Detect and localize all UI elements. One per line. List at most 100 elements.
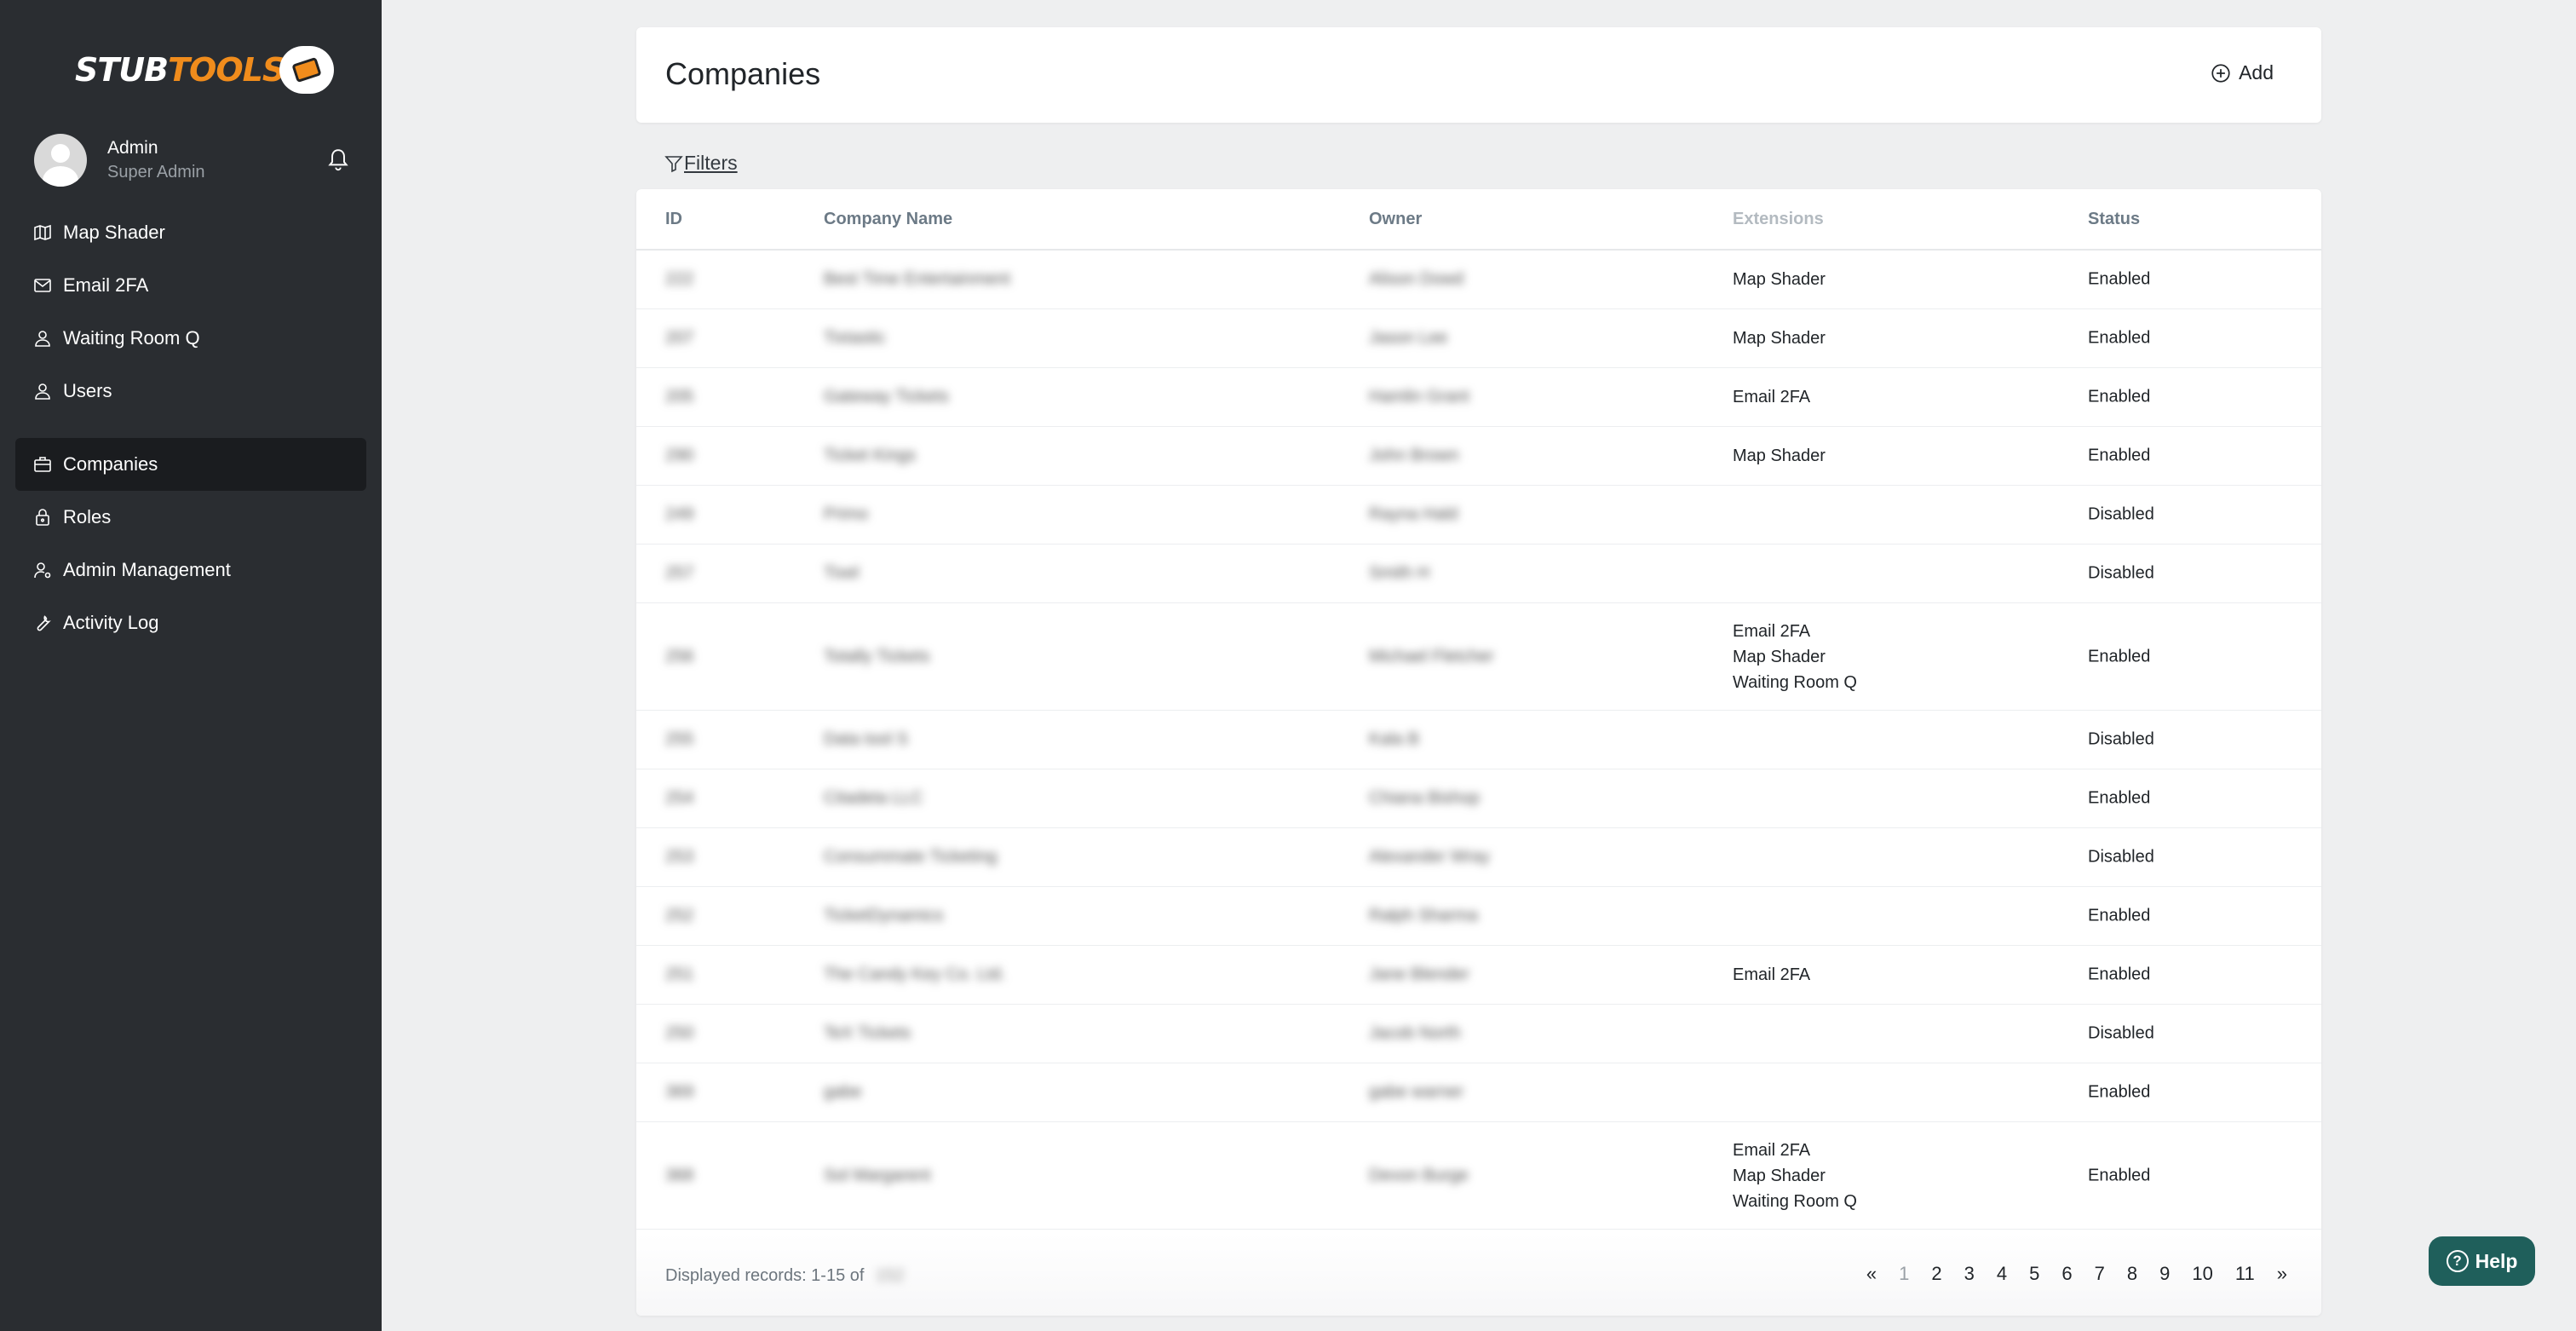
pagination-prev[interactable]: « bbox=[1866, 1263, 1877, 1285]
cell-owner: Kala B bbox=[1369, 729, 1419, 749]
table-row[interactable]: 222 Best Time Entertainment Alison Dowd Map… bbox=[636, 251, 2321, 309]
user-profile[interactable]: Admin Super Admin bbox=[34, 133, 358, 187]
table-row[interactable]: 368 Sol Margarent Devon Burge Email 2FA Map … bbox=[636, 1122, 2321, 1230]
sidebar-item-companies[interactable]: Companies bbox=[15, 438, 366, 491]
table-row[interactable]: 257 Tixel Smith H Disabled bbox=[636, 544, 2321, 603]
help-button[interactable]: ? Help bbox=[2429, 1236, 2535, 1286]
pagination-page[interactable]: 9 bbox=[2159, 1263, 2170, 1285]
cell-extensions: Email 2FA bbox=[1733, 962, 1810, 988]
cell-status: Enabled bbox=[2088, 1082, 2151, 1102]
logo[interactable]: STUBTOOLS bbox=[75, 44, 335, 95]
logo-wrench-icon bbox=[279, 46, 335, 94]
table-footer: Displayed records: 1-15 of 152 « 12 3456 7… bbox=[636, 1234, 2321, 1316]
wrench-icon bbox=[37, 615, 51, 631]
briefcase-icon bbox=[34, 457, 51, 472]
user-icon bbox=[35, 331, 50, 347]
sidebar-item-label: Map Shader bbox=[63, 222, 165, 243]
column-header-company-name[interactable]: Company Name bbox=[824, 210, 952, 229]
profile-name: Admin bbox=[107, 138, 158, 158]
sidebar-item-waiting-room-q[interactable]: Waiting Room Q bbox=[15, 312, 366, 365]
cell-id: 368 bbox=[665, 1166, 694, 1184]
table-row[interactable]: 290 Ticket Kings John Brown Map Shader Enabl… bbox=[636, 427, 2321, 486]
extension-item: Waiting Room Q bbox=[1733, 1191, 1857, 1211]
cell-company-name: Sol Margarent bbox=[824, 1166, 931, 1184]
extension-item: Waiting Room Q bbox=[1733, 672, 1857, 692]
help-label: Help bbox=[2475, 1249, 2518, 1272]
table-row[interactable]: 249 Primo Rayna Hald Disabled bbox=[636, 486, 2321, 544]
cell-company-name: Ticket Kings bbox=[824, 446, 917, 465]
table-row[interactable]: 254 Citadeta LLC Chiana Bishop Enabled bbox=[636, 769, 2321, 828]
cell-company-name: Tixel bbox=[824, 563, 860, 583]
cell-owner: Jason Lee bbox=[1369, 328, 1448, 348]
cell-owner: Michael Fletcher bbox=[1369, 647, 1494, 666]
sidebar: STUBTOOLS Admin Super Admin Map Shader E… bbox=[0, 0, 382, 1331]
cell-status: Enabled bbox=[2088, 647, 2151, 666]
cell-extensions: Email 2FA Map Shader Waiting Room Q bbox=[1733, 1138, 1857, 1214]
records-summary: Displayed records: 1-15 of 152 bbox=[665, 1266, 904, 1286]
lock-icon bbox=[36, 509, 49, 526]
map-icon bbox=[34, 224, 51, 241]
bell-icon[interactable] bbox=[327, 147, 349, 173]
table-row[interactable]: 252 TicketDynamics Ralph Sharma Enabled bbox=[636, 887, 2321, 946]
table-row[interactable]: 255 Data tool S Kala B Disabled bbox=[636, 711, 2321, 769]
cell-owner: Jacob North bbox=[1369, 1023, 1461, 1043]
cell-owner: gabe warner bbox=[1369, 1082, 1464, 1102]
pagination-page[interactable]: 2 bbox=[1931, 1263, 1941, 1285]
cell-id: 252 bbox=[665, 906, 694, 925]
pagination-next[interactable]: » bbox=[2277, 1263, 2287, 1285]
cell-company-name: Data tool S bbox=[824, 729, 908, 749]
pagination-page[interactable]: 6 bbox=[2061, 1263, 2072, 1285]
pagination-page[interactable]: 4 bbox=[1997, 1263, 2007, 1285]
table-row[interactable]: 250 TeX Tickets Jacob North Disabled bbox=[636, 1005, 2321, 1063]
column-header-status[interactable]: Status bbox=[2088, 210, 2140, 229]
table-row[interactable]: 253 Consummate Ticketing Alexander Wray Dis… bbox=[636, 828, 2321, 887]
extension-item: Email 2FA bbox=[1733, 1140, 1811, 1160]
profile-role: Super Admin bbox=[107, 163, 205, 182]
filter-icon bbox=[664, 155, 683, 172]
cell-company-name: Gateway Tickets bbox=[824, 387, 949, 406]
cell-extensions: Map Shader bbox=[1733, 267, 1826, 292]
extension-item: Map Shader bbox=[1733, 329, 1826, 348]
extension-item: Map Shader bbox=[1733, 270, 1826, 289]
pagination-page[interactable]: 11 bbox=[2235, 1263, 2255, 1285]
filters-toggle[interactable]: Filters bbox=[664, 152, 738, 175]
logo-text-part2: TOOLS bbox=[168, 51, 285, 89]
table-row[interactable]: 207 Tixtastic Jason Lee Map Shader Enabled bbox=[636, 309, 2321, 368]
table-row[interactable]: 205 Gateway Tickets Hamlin Grant Email 2FA E… bbox=[636, 368, 2321, 427]
extension-item: Email 2FA bbox=[1733, 621, 1811, 641]
sidebar-item-roles[interactable]: Roles bbox=[15, 491, 366, 544]
sidebar-item-map-shader[interactable]: Map Shader bbox=[15, 206, 366, 259]
mail-icon bbox=[34, 279, 51, 292]
pagination-page[interactable]: 8 bbox=[2127, 1263, 2137, 1285]
sidebar-item-users[interactable]: Users bbox=[15, 365, 366, 418]
pagination-page[interactable]: 10 bbox=[2192, 1263, 2212, 1285]
column-header-id[interactable]: ID bbox=[665, 210, 682, 229]
table-body: 222 Best Time Entertainment Alison Dowd Map… bbox=[636, 251, 2321, 1230]
companies-table: ID Company Name Owner Extensions Status … bbox=[636, 189, 2321, 1316]
cell-status: Disabled bbox=[2088, 1023, 2154, 1043]
table-row[interactable]: 369 gabe gabe warner Enabled bbox=[636, 1063, 2321, 1122]
add-button[interactable]: Add bbox=[2210, 61, 2274, 84]
sidebar-item-activity-log[interactable]: Activity Log bbox=[15, 596, 366, 649]
pagination-page[interactable]: 7 bbox=[2095, 1263, 2105, 1285]
sidebar-item-label: Companies bbox=[63, 453, 158, 475]
pagination-page[interactable]: 5 bbox=[2029, 1263, 2039, 1285]
records-label: Displayed records: 1-15 of bbox=[665, 1266, 865, 1285]
add-button-label: Add bbox=[2239, 61, 2274, 84]
cell-status: Disabled bbox=[2088, 563, 2154, 583]
extension-item: Map Shader bbox=[1733, 647, 1826, 666]
cell-id: 254 bbox=[665, 788, 694, 808]
sidebar-item-admin-management[interactable]: Admin Management bbox=[15, 544, 366, 596]
table-row[interactable]: 256 Totally Tickets Michael Fletcher Email … bbox=[636, 603, 2321, 711]
column-header-owner[interactable]: Owner bbox=[1369, 210, 1422, 229]
pagination-page[interactable]: 1 bbox=[1899, 1263, 1909, 1285]
cell-company-name: Primo bbox=[824, 504, 869, 524]
extension-item: Map Shader bbox=[1733, 447, 1826, 465]
cell-status: Enabled bbox=[2088, 965, 2151, 984]
table-row[interactable]: 251 The Candy Key Co. Ltd. Jane Blender Ema… bbox=[636, 946, 2321, 1005]
pagination-page[interactable]: 3 bbox=[1964, 1263, 1975, 1285]
cell-status: Enabled bbox=[2088, 328, 2151, 348]
cell-status: Enabled bbox=[2088, 269, 2151, 289]
sidebar-item-email-2fa[interactable]: Email 2FA bbox=[15, 259, 366, 312]
question-icon: ? bbox=[2446, 1250, 2469, 1272]
